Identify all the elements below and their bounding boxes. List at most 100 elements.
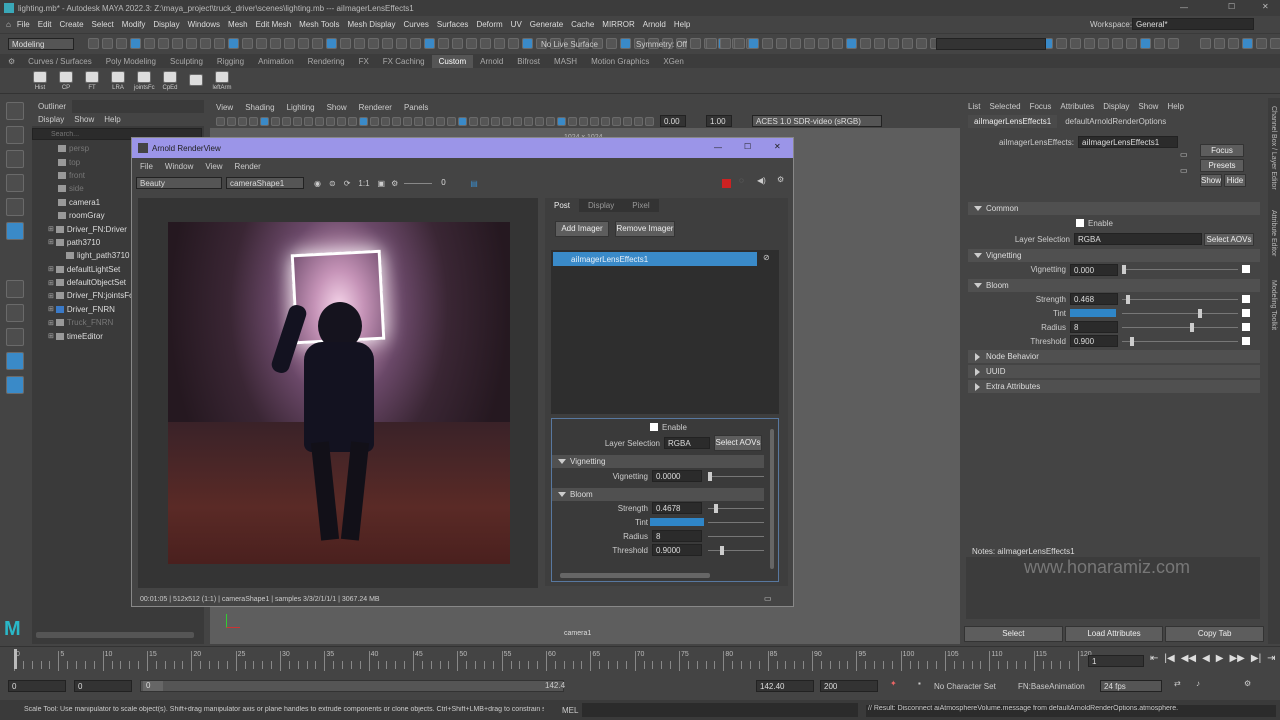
- layout-split-tool-icon[interactable]: [6, 328, 24, 346]
- viewport-tool-icon[interactable]: [326, 116, 335, 126]
- show-button[interactable]: Show: [1200, 174, 1222, 187]
- cb-strength-slider[interactable]: [1122, 295, 1238, 304]
- menu-windows[interactable]: Windows: [188, 20, 220, 29]
- load-attributes-button[interactable]: Load Attributes: [1064, 626, 1164, 642]
- minimize-icon[interactable]: —: [1180, 3, 1188, 12]
- toolbar-button-icon[interactable]: [1140, 38, 1151, 49]
- viewport-tool-icon[interactable]: [590, 116, 599, 126]
- layout-single-tool-icon[interactable]: [6, 280, 24, 298]
- cb-radius-map-icon[interactable]: [1242, 323, 1250, 331]
- cb-threshold-field[interactable]: 0.900: [1070, 335, 1118, 347]
- toolbar-button-icon[interactable]: [1098, 38, 1109, 49]
- viewport-tool-icon[interactable]: [513, 116, 522, 126]
- viewport-tool-icon[interactable]: [480, 116, 489, 126]
- menu-cache[interactable]: Cache: [571, 20, 594, 29]
- toolbar-button-icon[interactable]: [734, 38, 745, 49]
- viewport-tool-icon[interactable]: [601, 116, 610, 126]
- tint-swatch[interactable]: [650, 518, 704, 526]
- attr-menu-attributes[interactable]: Attributes: [1060, 102, 1094, 111]
- select-button[interactable]: Select: [964, 626, 1063, 642]
- toolbar-button-icon[interactable]: [706, 38, 717, 49]
- viewport-tool-icon[interactable]: [260, 116, 269, 126]
- viewport-tool-icon[interactable]: [403, 116, 412, 126]
- outliner-menu-display[interactable]: Display: [38, 115, 64, 124]
- cb-select-aovs-button[interactable]: Select AOVs: [1204, 232, 1254, 246]
- shelf-tab-motion-graphics[interactable]: Motion Graphics: [584, 55, 656, 68]
- layer-selection-field[interactable]: RGBA: [664, 437, 710, 449]
- frame-icon[interactable]: ▣: [378, 179, 386, 188]
- attr-vscrollbar[interactable]: [770, 429, 774, 569]
- toolbar-button-icon[interactable]: [340, 38, 351, 49]
- close-icon[interactable]: ✕: [1262, 2, 1269, 11]
- cb-threshold-slider[interactable]: [1122, 337, 1238, 346]
- quick-select-field[interactable]: [936, 38, 1046, 50]
- time-slider[interactable]: 0 5 10 15 20 25 30 35 40 45 50 55 60 65 70 75 80 85 90 95 10…: [0, 646, 1280, 674]
- expand-icon[interactable]: ⊞: [48, 292, 54, 300]
- menu-file[interactable]: File: [17, 20, 30, 29]
- expand-icon[interactable]: ⊞: [48, 279, 54, 287]
- vignetting-section[interactable]: Vignetting: [552, 455, 764, 468]
- menu-mesh-tools[interactable]: Mesh Tools: [299, 20, 339, 29]
- ratio-label[interactable]: 1:1: [358, 179, 369, 188]
- character-set-select[interactable]: No Character Set: [934, 682, 996, 691]
- rotate-tool-icon[interactable]: [6, 198, 24, 216]
- vignetting-field[interactable]: 0.0000: [652, 470, 702, 482]
- toolbar-button-icon[interactable]: [748, 38, 759, 49]
- toolbar-button-icon[interactable]: [1214, 38, 1225, 49]
- viewport-tool-icon[interactable]: [535, 116, 544, 126]
- threshold-field[interactable]: 0.9000: [652, 544, 702, 556]
- renderview-menu-file[interactable]: File: [140, 162, 153, 171]
- toolbar-button-icon[interactable]: [1168, 38, 1179, 49]
- toolbar-button-icon[interactable]: [762, 38, 773, 49]
- viewport-tool-icon[interactable]: [502, 116, 511, 126]
- shelf-tab-bifrost[interactable]: Bifrost: [510, 55, 547, 68]
- threshold-slider[interactable]: [708, 546, 764, 555]
- menu-modify[interactable]: Modify: [122, 20, 146, 29]
- toolbar-button-icon[interactable]: [368, 38, 379, 49]
- playback-end-field[interactable]: 142.40: [756, 680, 814, 692]
- renderview-menu-window[interactable]: Window: [165, 162, 193, 171]
- step-back-key-icon[interactable]: |◀: [1164, 653, 1174, 664]
- stop-render-icon[interactable]: [722, 179, 731, 188]
- node-behavior-section[interactable]: Node Behavior: [968, 350, 1260, 363]
- cb-radius-field[interactable]: 8: [1070, 321, 1118, 333]
- viewport-tool-icon[interactable]: [359, 116, 368, 126]
- auto-key-icon[interactable]: ✦: [890, 679, 897, 688]
- cb-strength-map-icon[interactable]: [1242, 295, 1250, 303]
- channel-box-tab[interactable]: Channel Box / Layer Editor: [1270, 106, 1277, 190]
- toolbar-button-icon[interactable]: [88, 38, 99, 49]
- viewport-tool-icon[interactable]: [491, 116, 500, 126]
- toolbar-button-icon[interactable]: [144, 38, 155, 49]
- radius-slider[interactable]: [708, 536, 764, 537]
- symmetry-label[interactable]: Symmetry: Off: [636, 40, 687, 49]
- viewport-tool-icon[interactable]: [381, 116, 390, 126]
- attr-menu-display[interactable]: Display: [1103, 102, 1129, 111]
- menu-curves[interactable]: Curves: [404, 20, 429, 29]
- toolbar-button-icon[interactable]: [242, 38, 253, 49]
- menu-mesh[interactable]: Mesh: [228, 20, 248, 29]
- toolbar-button-icon[interactable]: [1112, 38, 1123, 49]
- toolbar-button-icon[interactable]: [790, 38, 801, 49]
- move-tool-icon[interactable]: [6, 174, 24, 192]
- settings-icon[interactable]: ⚙: [391, 179, 398, 188]
- strength-field[interactable]: 0.4678: [652, 502, 702, 514]
- strength-slider[interactable]: [708, 504, 764, 513]
- toolbar-button-icon[interactable]: [1242, 38, 1253, 49]
- menu-arnold[interactable]: Arnold: [643, 20, 666, 29]
- range-slider[interactable]: 0 142.4: [140, 680, 565, 692]
- shelf-tab-xgen[interactable]: XGen: [656, 55, 690, 68]
- toolbar-button-icon[interactable]: [130, 38, 141, 49]
- modeling-toolkit-tab[interactable]: Modeling Toolkit: [1270, 280, 1277, 330]
- shelf-button[interactable]: leftArm: [212, 70, 232, 91]
- rv-minimize-icon[interactable]: —: [714, 143, 722, 152]
- audio-icon[interactable]: ♪: [1196, 679, 1200, 688]
- toolbar-button-icon[interactable]: [382, 38, 393, 49]
- viewport-tool-icon[interactable]: [271, 116, 280, 126]
- renderview-menu-view[interactable]: View: [205, 162, 222, 171]
- viewport-tool-icon[interactable]: [293, 116, 302, 126]
- sound-icon[interactable]: ◀): [757, 176, 766, 185]
- presets-button[interactable]: Presets: [1200, 159, 1244, 172]
- viewport-tool-icon[interactable]: [612, 116, 621, 126]
- menu-select[interactable]: Select: [92, 20, 114, 29]
- expand-icon[interactable]: ⊞: [48, 225, 54, 233]
